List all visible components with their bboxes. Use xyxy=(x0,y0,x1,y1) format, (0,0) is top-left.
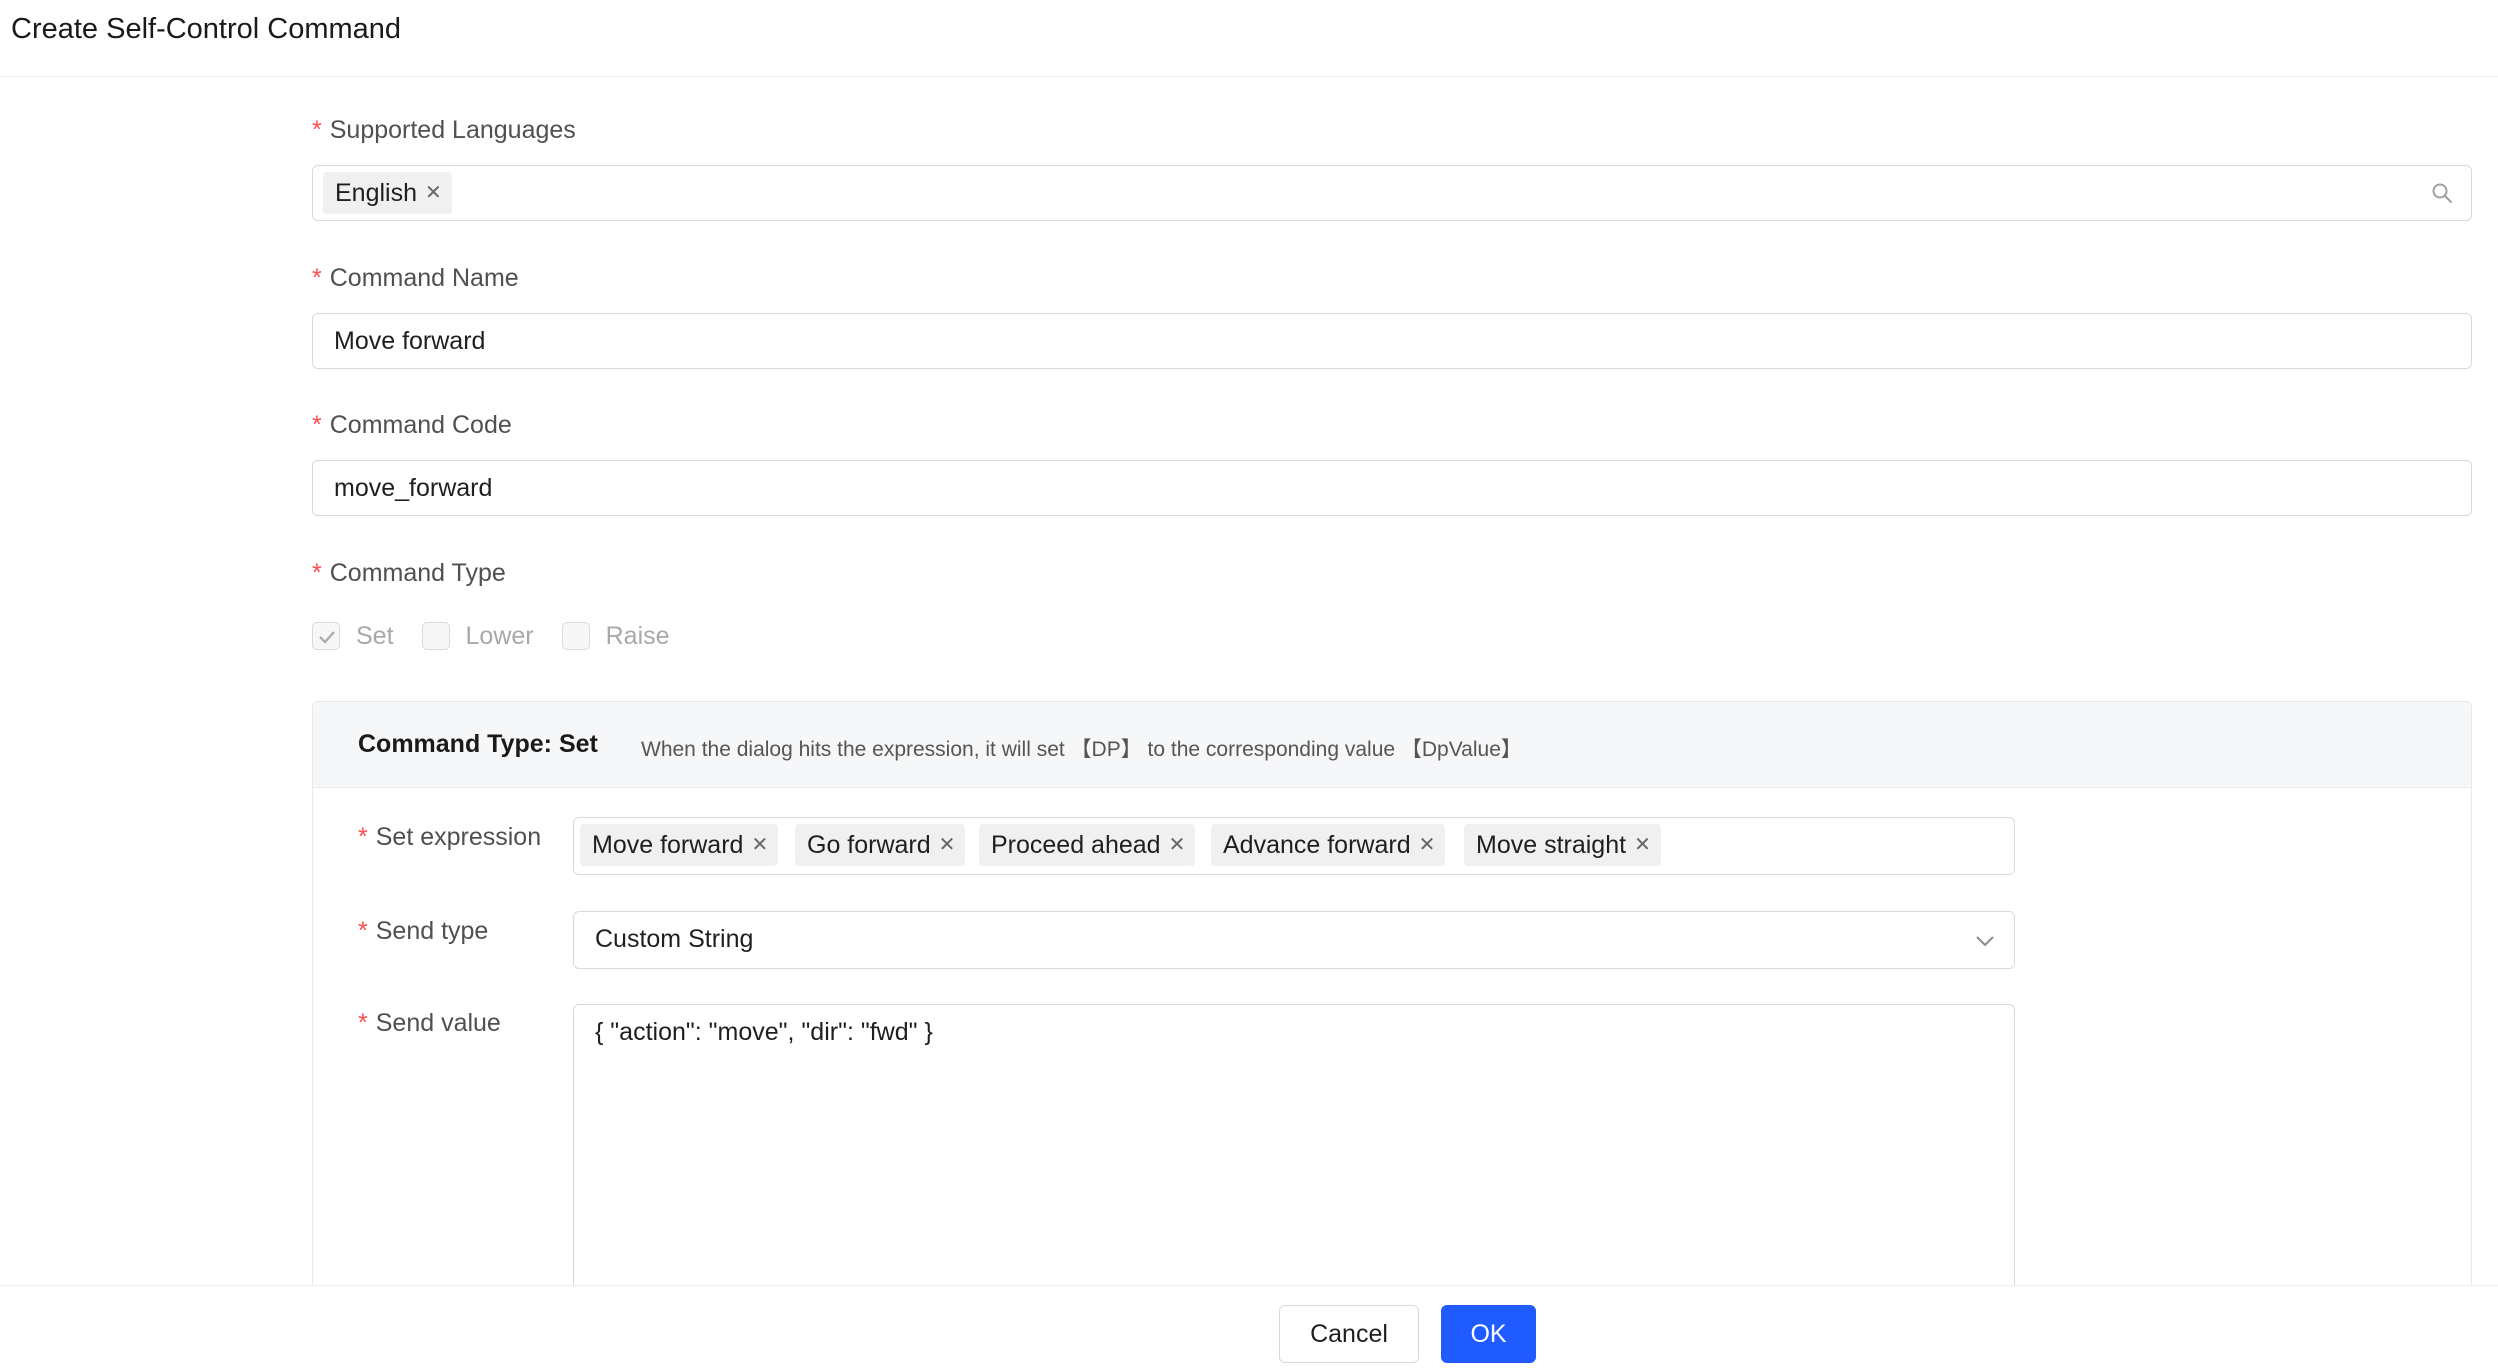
dialog-title: Create Self-Control Command xyxy=(11,13,402,45)
command-type-panel: Command Type: Set When the dialog hits t… xyxy=(312,701,2472,1370)
close-icon[interactable]: ✕ xyxy=(1634,835,1651,855)
command-type-label: * Command Type xyxy=(312,559,506,587)
expression-tag: Move forward ✕ xyxy=(580,824,779,866)
command-code-input[interactable]: move_forward xyxy=(312,460,2472,516)
dialog-header: Create Self-Control Command xyxy=(0,0,2498,77)
required-mark: * xyxy=(312,116,322,144)
send-value-label: * Send value xyxy=(358,1009,501,1037)
checkbox-raise[interactable]: Raise xyxy=(561,622,670,651)
close-icon[interactable]: ✕ xyxy=(751,835,768,855)
expression-tag: Advance forward ✕ xyxy=(1211,824,1446,866)
expression-tag: Proceed ahead ✕ xyxy=(979,824,1196,866)
send-type-value: Custom String xyxy=(595,925,754,953)
required-mark: * xyxy=(312,264,322,292)
send-value-text: { "action": "move", "dir": "fwd" } xyxy=(595,1018,933,1046)
checkbox-box xyxy=(421,622,450,650)
required-mark: * xyxy=(358,917,368,945)
cancel-button[interactable]: Cancel xyxy=(1279,1305,1419,1363)
set-expression-input[interactable]: Move forward ✕ Go forward ✕ Proceed ahead ✕… xyxy=(573,817,2015,875)
command-name-input[interactable]: Move forward xyxy=(312,313,2472,369)
ok-button[interactable]: OK xyxy=(1441,1305,1536,1363)
languages-select[interactable]: English ✕ xyxy=(312,165,2472,221)
expression-tag: Move straight ✕ xyxy=(1464,824,1661,866)
command-type-checkboxes: Set Lower Raise xyxy=(312,620,698,652)
chevron-down-icon xyxy=(1976,936,1994,947)
checkbox-box xyxy=(561,622,590,650)
close-icon[interactable]: ✕ xyxy=(1419,835,1436,855)
required-mark: * xyxy=(312,411,322,439)
send-type-label: * Send type xyxy=(358,917,489,945)
expression-tag: Go forward ✕ xyxy=(795,824,966,866)
check-icon xyxy=(319,631,335,644)
panel-description: When the dialog hits the expression, it … xyxy=(641,738,1522,761)
checkbox-box xyxy=(312,622,340,650)
search-icon xyxy=(2432,183,2452,203)
close-icon[interactable]: ✕ xyxy=(425,183,442,203)
close-icon[interactable]: ✕ xyxy=(1169,835,1186,855)
required-mark: * xyxy=(312,559,322,587)
command-code-value: move_forward xyxy=(334,474,493,502)
dialog: Create Self-Control Command * Supported L… xyxy=(0,0,2498,1370)
panel-title: Command Type: Set xyxy=(358,730,598,758)
checkbox-set[interactable]: Set xyxy=(312,622,394,651)
required-mark: * xyxy=(358,823,368,851)
language-tag: English ✕ xyxy=(323,172,452,214)
close-icon[interactable]: ✕ xyxy=(939,835,956,855)
command-name-label: * Command Name xyxy=(312,264,519,292)
checkbox-lower[interactable]: Lower xyxy=(421,622,534,651)
languages-label: * Supported Languages xyxy=(312,116,576,144)
required-mark: * xyxy=(358,1009,368,1037)
command-name-value: Move forward xyxy=(334,327,486,355)
set-expression-label: * Set expression xyxy=(358,823,542,851)
command-code-label: * Command Code xyxy=(312,411,512,439)
panel-header: Command Type: Set When the dialog hits t… xyxy=(313,702,2471,788)
send-type-select[interactable]: Custom String xyxy=(573,911,2015,969)
dialog-footer: Cancel OK xyxy=(0,1285,2498,1370)
